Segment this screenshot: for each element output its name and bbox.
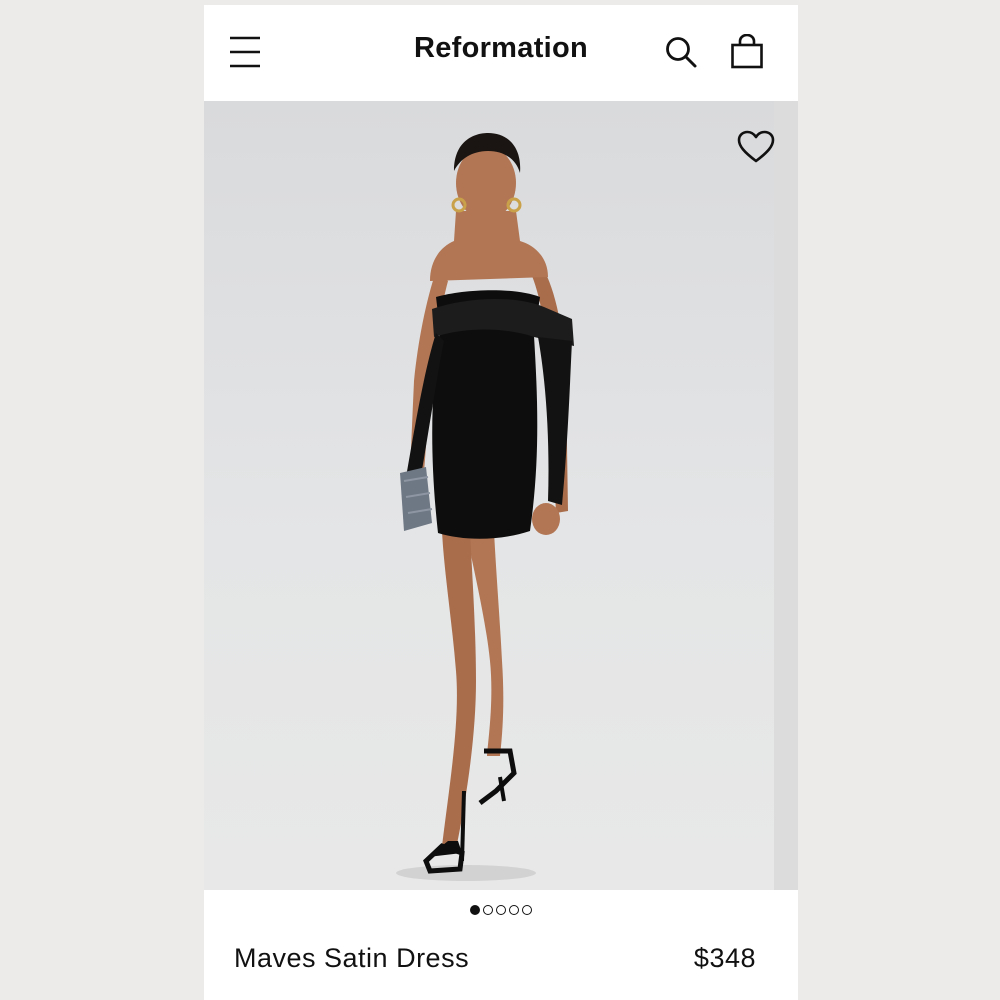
carousel-dot-2[interactable] [483,904,493,915]
image-edge [774,101,798,890]
favorite-button[interactable] [736,129,776,165]
carousel-dot-5[interactable] [522,904,532,915]
shopping-bag-icon [731,33,763,69]
carousel-dot-3[interactable] [496,904,506,915]
carousel-dot-1[interactable] [470,904,480,915]
phone-screen: Reformation Maves Satin Dress $348 [204,5,798,1000]
carousel-dot-4[interactable] [509,904,519,915]
cart-button[interactable] [730,33,764,70]
search-button[interactable] [664,35,698,69]
carousel-dots [204,901,798,919]
brand-logo[interactable]: Reformation [204,32,798,65]
top-header: Reformation [204,5,798,101]
product-price: $348 [693,943,756,973]
model-photo [396,133,574,881]
product-name[interactable]: Maves Satin Dress [234,943,469,974]
heart-outline-icon [737,130,775,163]
search-icon [666,37,697,68]
product-image[interactable] [204,101,798,890]
